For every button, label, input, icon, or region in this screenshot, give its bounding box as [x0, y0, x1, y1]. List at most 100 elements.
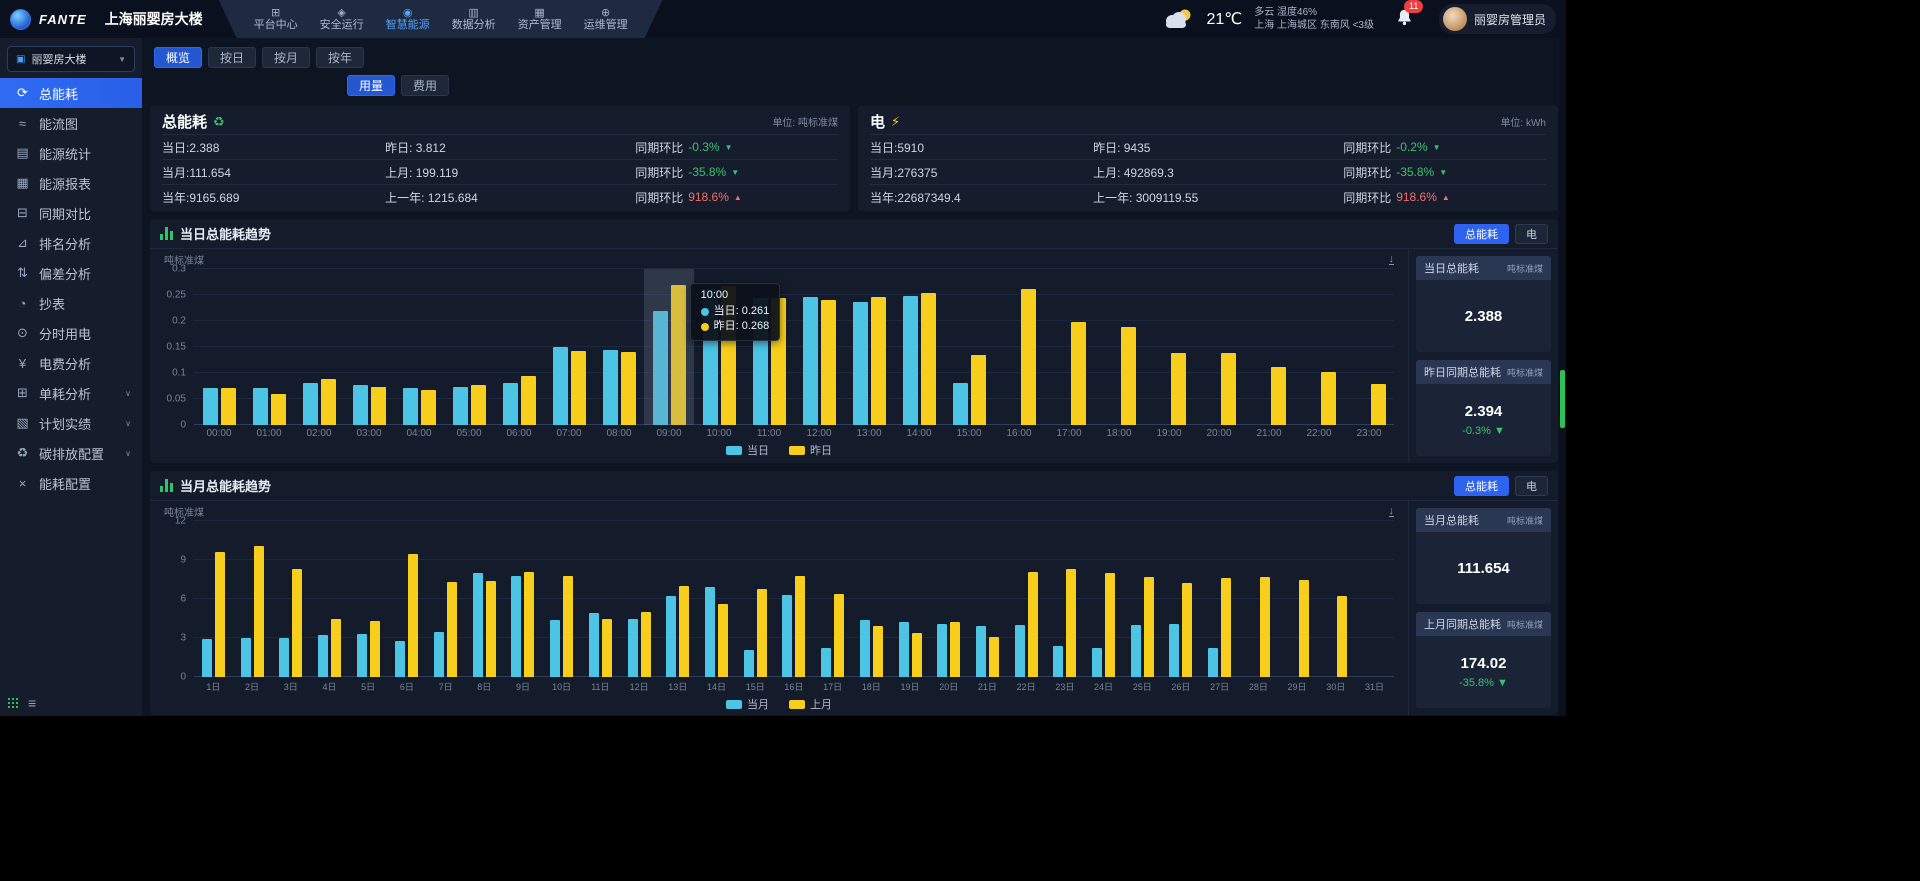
chart-toggle-electric[interactable]: 电	[1515, 476, 1548, 496]
bar-group[interactable]	[852, 521, 891, 677]
nav-item-data-analysis[interactable]: ▥数据分析	[443, 7, 505, 32]
bar-group[interactable]	[349, 521, 388, 677]
bar-group[interactable]	[929, 521, 968, 677]
sidebar-item-electricity-fee[interactable]: ¥电费分析	[0, 348, 142, 378]
user-menu[interactable]: 丽婴房管理员	[1439, 4, 1556, 34]
bar-group[interactable]	[968, 521, 1007, 677]
tab-daily[interactable]: 按日	[208, 47, 256, 68]
tab-overview[interactable]: 概览	[154, 47, 202, 68]
bar-group[interactable]	[794, 269, 844, 425]
tab-monthly[interactable]: 按月	[262, 47, 310, 68]
sidebar-item-energy-stats[interactable]: ▤能源统计	[0, 138, 142, 168]
bar-group[interactable]	[1123, 521, 1162, 677]
nav-item-ops-management[interactable]: ⊕运维管理	[575, 7, 637, 32]
bar-group[interactable]	[581, 521, 620, 677]
sidebar-item-total-energy[interactable]: ⟳总能耗	[0, 78, 142, 108]
bar-group[interactable]	[1007, 521, 1046, 677]
sidebar-item-period-compare[interactable]: ⊟同期对比	[0, 198, 142, 228]
chart-toggle-total[interactable]: 总能耗	[1454, 224, 1509, 244]
bar-group[interactable]	[1344, 269, 1394, 425]
bar-group[interactable]	[844, 269, 894, 425]
sidebar-item-unit-consumption[interactable]: ⊞单耗分析∨	[0, 378, 142, 408]
bar-group[interactable]	[271, 521, 310, 677]
bar	[795, 576, 805, 677]
sidebar-item-plan-actual[interactable]: ▧计划实绩∨	[0, 408, 142, 438]
bar-group[interactable]	[394, 269, 444, 425]
bar-group[interactable]	[1239, 521, 1278, 677]
bar	[503, 383, 518, 425]
scrollbar-thumb[interactable]	[1560, 370, 1565, 428]
bar-group[interactable]	[544, 269, 594, 425]
chart-toggle-total[interactable]: 总能耗	[1454, 476, 1509, 496]
tab-cost[interactable]: 费用	[401, 75, 449, 96]
bar-group[interactable]	[944, 269, 994, 425]
bar-group[interactable]	[344, 269, 394, 425]
sidebar-item-energy-report[interactable]: ▦能源报表	[0, 168, 142, 198]
nav-item-platform-center[interactable]: ⊞平台中心	[245, 7, 307, 32]
nav-item-safe-operation[interactable]: ◈安全运行	[311, 7, 373, 32]
bar-group[interactable]	[1244, 269, 1294, 425]
bar-group[interactable]	[994, 269, 1044, 425]
bar-group[interactable]	[233, 521, 272, 677]
bar-group[interactable]	[1162, 521, 1201, 677]
bar-group[interactable]	[542, 521, 581, 677]
notification-bell-icon[interactable]: 11	[1396, 8, 1413, 31]
bar-group[interactable]	[310, 521, 349, 677]
bar-group[interactable]	[1144, 269, 1194, 425]
legend-item[interactable]: 当日	[726, 442, 769, 458]
chart-toggle-electric[interactable]: 电	[1515, 224, 1548, 244]
bar-group[interactable]	[594, 269, 644, 425]
legend-item[interactable]: 当月	[726, 696, 769, 712]
bar-group[interactable]	[244, 269, 294, 425]
sidebar-item-ranking[interactable]: ⊿排名分析	[0, 228, 142, 258]
chevron-down-icon: ▼	[118, 55, 126, 64]
building-select[interactable]: ▣ 丽婴房大楼 ▼	[7, 46, 135, 72]
bar-group[interactable]	[1294, 269, 1344, 425]
bar-group[interactable]	[1044, 269, 1094, 425]
bar-group[interactable]	[813, 521, 852, 677]
bar-group[interactable]	[1355, 521, 1394, 677]
bar-group[interactable]	[426, 521, 465, 677]
sidebar-item-tou-power[interactable]: ⊙分时用电	[0, 318, 142, 348]
bar-group[interactable]	[194, 269, 244, 425]
tab-usage[interactable]: 用量	[347, 75, 395, 96]
bar-group[interactable]	[388, 521, 427, 677]
dots-grid-icon[interactable]	[8, 698, 10, 700]
daily-stats-panel: 当日总能耗吨标准煤2.388昨日同期总能耗吨标准煤2.394-0.3% ▼	[1408, 249, 1558, 463]
x-axis-label: 22日	[1007, 680, 1046, 693]
bar-group[interactable]	[194, 521, 233, 677]
legend-item[interactable]: 上月	[789, 696, 832, 712]
legend-item[interactable]: 昨日	[789, 442, 832, 458]
bar-group[interactable]	[658, 521, 697, 677]
bar-group[interactable]	[1094, 269, 1144, 425]
bar-group[interactable]	[465, 521, 504, 677]
nav-item-asset-management[interactable]: ▦资产管理	[509, 7, 571, 32]
download-icon[interactable]: ↓	[1389, 254, 1395, 265]
tab-yearly[interactable]: 按年	[316, 47, 364, 68]
bar-group[interactable]	[294, 269, 344, 425]
bar-group[interactable]	[620, 521, 659, 677]
sidebar-item-meter-reading[interactable]: ◔抄表	[0, 288, 142, 318]
bar-group[interactable]	[1194, 269, 1244, 425]
bar-group[interactable]	[504, 521, 543, 677]
sidebar-item-energy-config[interactable]: ×能耗配置	[0, 468, 142, 498]
bar-group[interactable]	[1084, 521, 1123, 677]
bar-group[interactable]	[891, 521, 930, 677]
download-icon[interactable]: ↓	[1389, 506, 1395, 517]
chevron-down-icon: ∨	[125, 389, 131, 398]
sidebar-item-carbon-config[interactable]: ♻碳排放配置∨	[0, 438, 142, 468]
collapse-sidebar-icon[interactable]: ≡	[28, 695, 36, 711]
bar-group[interactable]	[444, 269, 494, 425]
nav-item-smart-energy[interactable]: ◉智慧能源	[377, 7, 439, 32]
bar-group[interactable]	[1200, 521, 1239, 677]
bar-group[interactable]	[1045, 521, 1084, 677]
bar-group[interactable]	[894, 269, 944, 425]
bar-group[interactable]	[1316, 521, 1355, 677]
bar-group[interactable]	[775, 521, 814, 677]
bar-group[interactable]	[494, 269, 544, 425]
bar-group[interactable]	[1278, 521, 1317, 677]
sidebar-item-deviation[interactable]: ⇅偏差分析	[0, 258, 142, 288]
bar-group[interactable]	[697, 521, 736, 677]
bar-group[interactable]	[736, 521, 775, 677]
sidebar-item-energy-flow[interactable]: ≈能流图	[0, 108, 142, 138]
